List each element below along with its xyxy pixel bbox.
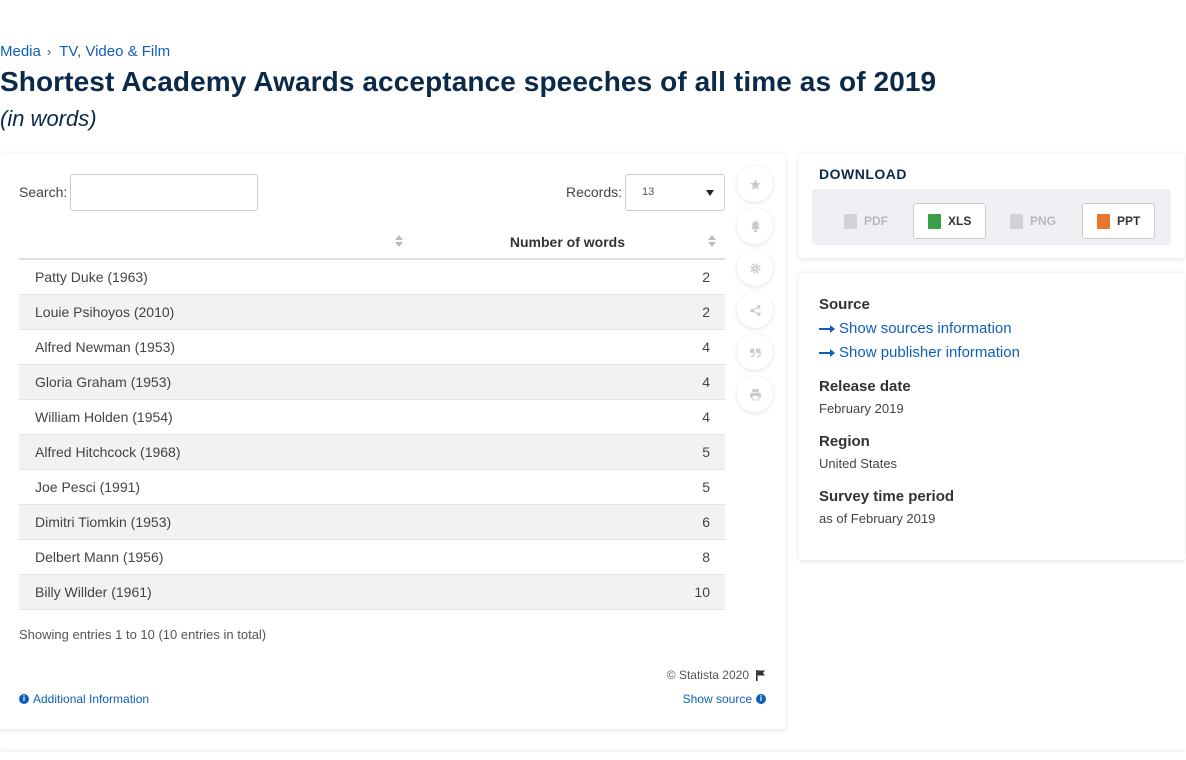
row-name: William Holden (1954)	[35, 409, 173, 425]
arrow-right-icon	[819, 348, 835, 357]
download-xls-label: XLS	[948, 214, 972, 228]
table-row: Gloria Graham (1953) 4	[19, 365, 725, 400]
row-name: Louie Psihoyos (2010)	[35, 304, 175, 320]
row-name: Alfred Newman (1953)	[35, 339, 176, 355]
download-png-label: PNG	[1030, 214, 1057, 228]
xls-file-icon	[928, 213, 941, 229]
table-row: Louie Psihoyos (2010) 2	[19, 295, 725, 330]
page-title: Shortest Academy Awards acceptance speec…	[0, 66, 937, 97]
table-row: Joe Pesci (1991) 5	[19, 470, 725, 505]
records-label: Records:	[566, 184, 623, 200]
records-select[interactable]: 13	[625, 174, 725, 211]
breadcrumb-media[interactable]: Media	[0, 43, 41, 60]
breadcrumb-separator: ›	[46, 44, 52, 59]
quote-icon[interactable]	[737, 334, 773, 370]
download-pdf-button[interactable]: PDF	[830, 203, 902, 239]
show-sources-link[interactable]: Show sources information	[819, 320, 1012, 337]
png-file-icon	[1010, 213, 1023, 229]
table-row: Dimitri Tiomkin (1953) 6	[19, 505, 725, 540]
bell-icon[interactable]	[737, 208, 773, 244]
breadcrumb-tv-video-film[interactable]: TV, Video & Film	[59, 43, 170, 60]
column-words-sort[interactable]	[707, 233, 717, 249]
copyright: © Statista 2020	[667, 668, 766, 682]
download-title: DOWNLOAD	[819, 166, 907, 182]
region-value: United States	[819, 456, 898, 471]
row-value: 4	[702, 339, 710, 355]
show-source-label: Show source	[682, 692, 752, 706]
table-row: Delbert Mann (1956) 8	[19, 540, 725, 575]
row-value: 4	[702, 374, 710, 390]
row-name: Alfred Hitchcock (1968)	[35, 444, 181, 460]
records-value: 13	[642, 186, 655, 198]
show-sources-label: Show sources information	[839, 320, 1012, 337]
additional-information-label: Additional Information	[33, 692, 150, 706]
entries-info: Showing entries 1 to 10 (10 entries in t…	[19, 627, 267, 642]
info-icon: i	[756, 694, 766, 704]
table-header: Number of words	[19, 225, 725, 260]
show-publisher-label: Show publisher information	[839, 344, 1020, 361]
search-label: Search:	[19, 184, 68, 200]
source-heading: Source	[819, 296, 870, 313]
row-name: Dimitri Tiomkin (1953)	[35, 514, 172, 530]
download-ppt-button[interactable]: PPT	[1082, 203, 1156, 239]
row-value: 4	[702, 409, 710, 425]
chart-toolbar	[737, 166, 773, 418]
table-row: Patty Duke (1963) 2	[19, 260, 725, 295]
table-row: William Holden (1954) 4	[19, 400, 725, 435]
region-heading: Region	[819, 433, 870, 450]
breadcrumb: Media › TV, Video & Film	[0, 43, 170, 60]
arrow-right-icon	[819, 324, 835, 333]
gear-icon[interactable]	[737, 250, 773, 286]
search-input[interactable]	[70, 174, 258, 211]
download-card: DOWNLOAD PDF XLS PNG PPT	[799, 154, 1185, 258]
survey-period-heading: Survey time period	[819, 488, 955, 505]
download-png-button[interactable]: PNG	[996, 203, 1070, 239]
show-source-link[interactable]: Show source i	[683, 692, 766, 706]
chevron-down-icon	[706, 190, 714, 196]
show-publisher-link[interactable]: Show publisher information	[819, 344, 1020, 361]
download-pdf-label: PDF	[864, 214, 888, 228]
copyright-text: © Statista 2020	[666, 668, 749, 682]
release-date-value: February 2019	[819, 401, 904, 416]
download-xls-button[interactable]: XLS	[913, 203, 987, 239]
row-value: 6	[702, 514, 710, 530]
sort-icon	[707, 233, 717, 249]
table-body: Patty Duke (1963) 2 Louie Psihoyos (2010) 2…	[19, 260, 725, 610]
data-table: Number of words Patty Duke (1963) 2 Louie …	[19, 225, 725, 610]
page-divider	[0, 752, 1186, 760]
table-row: Alfred Hitchcock (1968) 5	[19, 435, 725, 470]
row-name: Patty Duke (1963)	[35, 269, 148, 285]
row-name: Delbert Mann (1956)	[35, 549, 164, 565]
survey-period-value: as of February 2019	[819, 511, 936, 526]
row-name: Joe Pesci (1991)	[35, 479, 141, 495]
page-subtitle: (in words)	[0, 106, 97, 131]
star-icon[interactable]	[737, 166, 773, 202]
table-row: Billy Willder (1961) 10	[19, 575, 725, 610]
row-value: 2	[702, 304, 710, 320]
ppt-file-icon	[1097, 213, 1110, 229]
flag-icon[interactable]	[755, 669, 766, 681]
row-value: 10	[694, 584, 710, 600]
column-words-header[interactable]: Number of words	[19, 234, 625, 250]
row-name: Billy Willder (1961)	[35, 584, 152, 600]
row-name: Gloria Graham (1953)	[35, 374, 172, 390]
info-icon: i	[19, 694, 29, 704]
row-value: 2	[702, 269, 710, 285]
share-icon[interactable]	[737, 292, 773, 328]
row-value: 5	[702, 479, 710, 495]
table-row: Alfred Newman (1953) 4	[19, 330, 725, 365]
source-card: Source Show sources information Show pub…	[799, 273, 1185, 560]
download-buttons: PDF XLS PNG PPT	[812, 189, 1171, 245]
pdf-file-icon	[844, 213, 857, 229]
release-date-heading: Release date	[819, 378, 911, 395]
download-ppt-label: PPT	[1117, 214, 1141, 228]
print-icon[interactable]	[737, 376, 773, 412]
row-value: 8	[702, 549, 710, 565]
additional-information-link[interactable]: i Additional Information	[19, 692, 149, 706]
row-value: 5	[702, 444, 710, 460]
